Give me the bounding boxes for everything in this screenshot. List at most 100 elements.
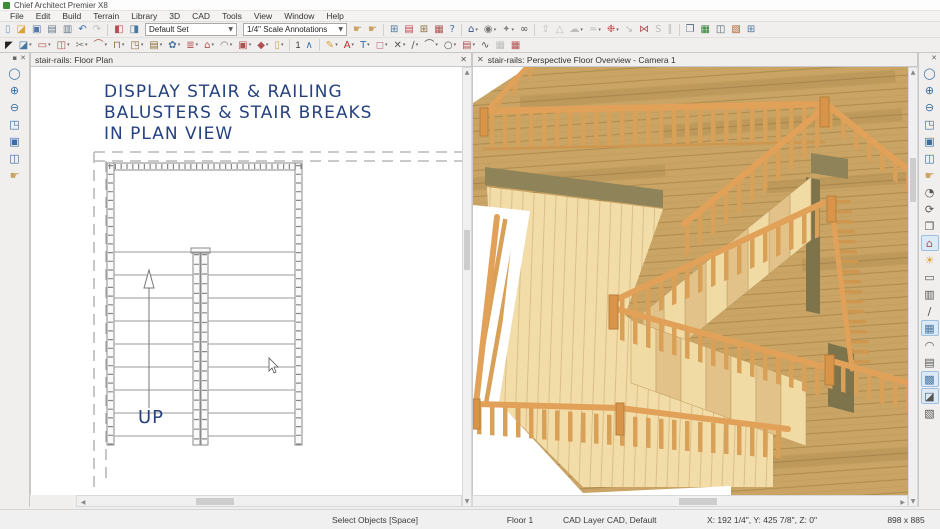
text-tools-icon[interactable]: A▾ bbox=[341, 39, 356, 52]
undo-zoom-icon[interactable]: ◳ bbox=[921, 116, 939, 132]
library-search-icon[interactable]: ▤ bbox=[402, 23, 416, 36]
floor-tools-icon[interactable]: ⌂▾ bbox=[465, 23, 480, 36]
undo-zoom-icon[interactable]: ◳ bbox=[6, 116, 24, 132]
circle-tool-icon[interactable]: ○▾ bbox=[441, 39, 458, 52]
scroll-down-icon[interactable]: ▼ bbox=[463, 498, 471, 505]
scroll-left-icon[interactable]: ◀ bbox=[79, 499, 87, 506]
terrain-tool-icon[interactable]: △ bbox=[553, 23, 566, 36]
calculator-icon[interactable]: ▦ bbox=[508, 39, 522, 52]
toolbar-set-dropdown[interactable]: Default Set▼ bbox=[145, 23, 237, 36]
line-weight-icon[interactable]: ∕ bbox=[921, 303, 939, 319]
pan-hand-1-icon[interactable]: ☛ bbox=[351, 23, 365, 36]
fireplace-tools-icon[interactable]: ▣▾ bbox=[236, 39, 254, 52]
window-grid-icon[interactable]: ⊞ bbox=[744, 23, 757, 36]
print-icon[interactable]: ▤ bbox=[45, 23, 59, 36]
window-swap-icon[interactable]: ▧ bbox=[729, 23, 743, 36]
menu-edit[interactable]: Edit bbox=[30, 11, 57, 21]
pan-hand-2-icon[interactable]: ☛ bbox=[365, 23, 379, 36]
menu-tools[interactable]: Tools bbox=[216, 11, 248, 21]
perspective-view-canvas[interactable] bbox=[472, 67, 908, 495]
menu-terrain[interactable]: Terrain bbox=[87, 11, 125, 21]
disabled-grid-icon[interactable]: ▦ bbox=[493, 39, 507, 52]
library-browser-icon[interactable]: ⊞ bbox=[387, 23, 400, 36]
scroll-down-icon[interactable]: ▼ bbox=[909, 498, 917, 505]
road-tool-icon[interactable]: ≈▾ bbox=[586, 23, 603, 36]
annotation-scale-dropdown[interactable]: 1/4" Scale Annotations▼ bbox=[243, 23, 347, 36]
render-view-icon[interactable]: ⌂ bbox=[921, 235, 939, 251]
menu-file[interactable]: File bbox=[4, 11, 30, 21]
zoom-select-icon[interactable]: ◯ bbox=[921, 65, 939, 81]
zoom-out-icon[interactable]: ⊖ bbox=[6, 99, 24, 115]
railing-tools-icon[interactable]: ✂▾ bbox=[73, 39, 90, 52]
menu-window[interactable]: Window bbox=[278, 11, 320, 21]
toolbar-close-icon[interactable]: ✕ bbox=[20, 55, 26, 62]
find-in-plan-icon[interactable]: ∞ bbox=[517, 23, 530, 36]
window-side-icon[interactable]: ◫ bbox=[713, 23, 727, 36]
wall-tools-icon[interactable]: ▭▾ bbox=[35, 39, 53, 52]
save-plan-icon[interactable]: ▣ bbox=[29, 23, 43, 36]
hatch-display-icon[interactable]: ▩ bbox=[921, 371, 939, 387]
cross-box-icon[interactable]: ✕▾ bbox=[391, 39, 408, 52]
toolbar-close-icon[interactable]: ✕ bbox=[931, 55, 937, 62]
railing-walls[interactable] bbox=[107, 163, 302, 445]
spline-tool-icon[interactable]: ∿ bbox=[479, 39, 492, 52]
sun-shadows-icon[interactable]: ☀ bbox=[921, 252, 939, 268]
menu-cad[interactable]: CAD bbox=[186, 11, 216, 21]
parallel-tool-icon[interactable]: ∥ bbox=[665, 23, 675, 36]
help-icon[interactable]: ? bbox=[447, 23, 457, 36]
hatch-tool-icon[interactable]: ◪▾ bbox=[16, 39, 34, 52]
floor-plan-close-icon[interactable]: ✕ bbox=[460, 55, 467, 64]
bench-tools-icon[interactable]: ⊓▾ bbox=[111, 39, 127, 52]
column-tools-icon[interactable]: ▯▾ bbox=[272, 39, 286, 52]
crane-tool-icon[interactable]: ⇪ bbox=[539, 23, 552, 36]
sprinkler-tool-icon[interactable]: ❉▾ bbox=[604, 23, 621, 36]
rotate-view-icon[interactable]: ⟳ bbox=[921, 201, 939, 217]
lock-tools-icon[interactable]: ◠▾ bbox=[217, 39, 234, 52]
curve-smooth-icon[interactable]: ◠ bbox=[921, 337, 939, 353]
floor-plan-vertical-scrollbar[interactable]: ▲ ▼ bbox=[462, 67, 472, 507]
grid-display-icon[interactable]: ▤ bbox=[921, 354, 939, 370]
project-browser-icon[interactable]: ⊞ bbox=[417, 23, 430, 36]
stair-tools-icon[interactable]: ≣▾ bbox=[184, 39, 201, 52]
scroll-up-icon[interactable]: ▲ bbox=[909, 69, 917, 76]
fill-window-building-icon[interactable]: ◫ bbox=[6, 150, 24, 166]
fill-window-icon[interactable]: ▣ bbox=[921, 133, 939, 149]
scroll-up-icon[interactable]: ▲ bbox=[463, 69, 471, 76]
shelf-tools-icon[interactable]: ▤▾ bbox=[147, 39, 165, 52]
copy-region-icon[interactable]: ❐ bbox=[921, 218, 939, 234]
floor-plan-horizontal-scrollbar[interactable]: ◀ bbox=[76, 495, 462, 507]
dimension-tools-icon[interactable]: ◻▾ bbox=[373, 39, 390, 52]
rect-select-icon[interactable]: ▭ bbox=[921, 269, 939, 285]
texture-box-icon[interactable]: ▧ bbox=[921, 405, 939, 421]
zoom-in-icon[interactable]: ⊕ bbox=[921, 82, 939, 98]
zoom-out-icon[interactable]: ⊖ bbox=[921, 99, 939, 115]
window-cascade-icon[interactable]: ▦ bbox=[698, 23, 712, 36]
material-tools-icon[interactable]: ◆▾ bbox=[255, 39, 271, 52]
fill-window-building-icon[interactable]: ◫ bbox=[921, 150, 939, 166]
walkthrough-icon[interactable]: ✦▾ bbox=[500, 23, 517, 36]
toolbar-pin-icon[interactable]: ▪ bbox=[12, 55, 17, 62]
connect-tool-icon[interactable]: ⋈ bbox=[637, 23, 652, 36]
pan-window-icon[interactable]: ☛ bbox=[6, 167, 24, 183]
active-defaults-icon[interactable]: ◨ bbox=[127, 23, 141, 36]
menu-view[interactable]: View bbox=[248, 11, 278, 21]
leader-line-icon[interactable]: ↘ bbox=[622, 23, 635, 36]
note-tool-icon[interactable]: ▤▾ bbox=[460, 39, 478, 52]
view-page-icon[interactable]: ▥ bbox=[921, 286, 939, 302]
sky-tool-icon[interactable]: ☁▾ bbox=[567, 23, 586, 36]
perspective-horizontal-scrollbar[interactable]: ▶ bbox=[472, 495, 908, 507]
menu-build[interactable]: Build bbox=[56, 11, 87, 21]
zoom-in-icon[interactable]: ⊕ bbox=[6, 82, 24, 98]
pan-window-icon[interactable]: ☛ bbox=[921, 167, 939, 183]
camera-view-icon[interactable]: ◉▾ bbox=[481, 23, 498, 36]
undo-icon[interactable]: ↶ bbox=[76, 23, 89, 36]
new-plan-icon[interactable]: ▯ bbox=[3, 23, 14, 36]
pattern-fill-icon[interactable]: ▦ bbox=[921, 320, 939, 336]
window-tile-icon[interactable]: ❐ bbox=[683, 23, 697, 36]
redo-icon[interactable]: ↷ bbox=[90, 23, 103, 36]
mouse-orbit-icon[interactable]: ◔ bbox=[921, 184, 939, 200]
floor-plan-canvas[interactable]: DISPLAY STAIR & RAILING BALUSTERS & STAI… bbox=[30, 67, 462, 495]
cabinet-tools-icon[interactable]: ◳▾ bbox=[128, 39, 146, 52]
scroll-right-icon[interactable]: ▶ bbox=[897, 499, 905, 506]
line-tool-icon[interactable]: ∕▾ bbox=[409, 39, 421, 52]
